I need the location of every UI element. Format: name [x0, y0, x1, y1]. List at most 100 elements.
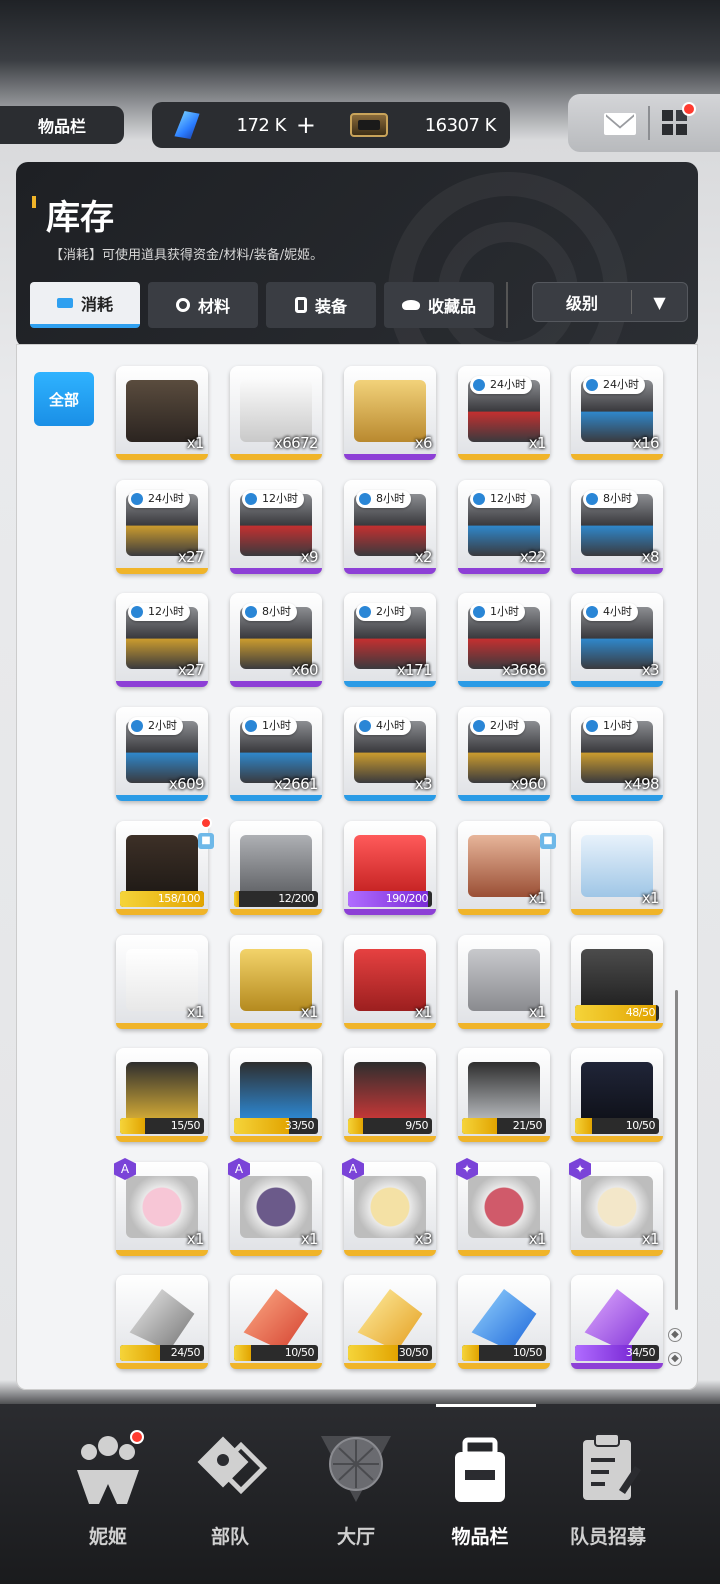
inventory-item[interactable]: 8小时 x8: [571, 480, 663, 574]
inventory-item[interactable]: 12小时 x27: [116, 593, 208, 687]
tab-label: 装备: [314, 297, 347, 316]
progress-text: 24/50: [170, 1346, 201, 1359]
inventory-item[interactable]: 9/50: [344, 1048, 436, 1142]
nav-squad[interactable]: 部队: [170, 1418, 290, 1568]
tab-equipment[interactable]: 装备: [266, 282, 376, 328]
nav-nikke[interactable]: 妮姬: [48, 1418, 168, 1568]
filter-all-button[interactable]: 全部: [34, 372, 94, 426]
rarity-bar: [116, 1136, 208, 1142]
tab-collectibles[interactable]: 收藏品: [384, 282, 494, 328]
scroll-down-icon[interactable]: ◆: [668, 1352, 682, 1366]
inventory-item[interactable]: x1: [116, 366, 208, 460]
tab-materials[interactable]: 材料: [148, 282, 258, 328]
nav-active-indicator: [436, 1404, 536, 1407]
inventory-item[interactable]: 158/100 ■: [116, 817, 214, 915]
inventory-item[interactable]: 21/50: [458, 1048, 550, 1142]
item-art: [581, 835, 653, 897]
inventory-item[interactable]: x1 ✦: [456, 1158, 550, 1256]
item-art: [240, 949, 312, 1011]
inventory-item[interactable]: 15/50: [116, 1048, 208, 1142]
item-count: x16: [632, 434, 660, 452]
rarity-bar: [571, 1363, 663, 1369]
inventory-item[interactable]: 8小时 x60: [230, 593, 322, 687]
inventory-item[interactable]: 24小时 x1: [458, 366, 550, 460]
inventory-item[interactable]: 190/200: [344, 821, 436, 915]
item-count: x3686: [501, 661, 547, 679]
rarity-bar: [571, 681, 663, 687]
rarity-bar: [344, 795, 436, 801]
add-gem-button[interactable]: +: [296, 113, 316, 137]
gem-currency[interactable]: 172 K +: [152, 102, 332, 148]
inventory-item[interactable]: 30/50: [344, 1275, 436, 1369]
progress-text: 158/100: [157, 892, 201, 905]
nav-lobby[interactable]: 大厅: [296, 1418, 416, 1568]
item-art: [240, 835, 312, 897]
item-art: [354, 1176, 426, 1238]
scrollbar[interactable]: [675, 990, 678, 1310]
inventory-item[interactable]: 12/200: [230, 821, 322, 915]
rarity-bar: [116, 795, 208, 801]
inventory-item[interactable]: 24/50: [116, 1275, 208, 1369]
mail-icon[interactable]: [604, 113, 636, 135]
inventory-item[interactable]: x1: [458, 935, 550, 1029]
inventory-item[interactable]: 10/50: [571, 1048, 663, 1142]
item-count: x1: [186, 1230, 205, 1248]
sort-dropdown[interactable]: 级别 ▼: [532, 282, 688, 322]
item-count: x1: [300, 1230, 319, 1248]
progress-bar: 33/50: [234, 1118, 318, 1134]
inventory-item[interactable]: 8小时 x2: [344, 480, 436, 574]
inventory-item[interactable]: x1 ■: [458, 821, 556, 915]
inventory-item[interactable]: x1: [230, 935, 322, 1029]
item-art: [126, 380, 198, 442]
timer-badge: 2小时: [470, 717, 525, 735]
timer-badge: 8小时: [583, 490, 638, 508]
timer-badge: 1小时: [470, 603, 525, 621]
inventory-item[interactable]: 1小时 x498: [571, 707, 663, 801]
inventory-item[interactable]: x6: [344, 366, 436, 460]
inventory-item[interactable]: 24小时 x27: [116, 480, 208, 574]
inventory-item[interactable]: x1: [571, 821, 663, 915]
inventory-item[interactable]: x6672: [230, 366, 322, 460]
inventory-item[interactable]: 10/50: [230, 1275, 322, 1369]
progress-bar: 158/100: [120, 891, 204, 907]
progress-bar: 190/200: [348, 891, 432, 907]
inventory-item[interactable]: 2小时 x609: [116, 707, 208, 801]
inventory-item[interactable]: 2小时 x960: [458, 707, 550, 801]
rarity-bar: [230, 795, 322, 801]
item-count: x1: [186, 434, 205, 452]
inventory-item[interactable]: 4小时 x3: [344, 707, 436, 801]
inventory-item[interactable]: 24小时 x16: [571, 366, 663, 460]
inventory-item[interactable]: x1 ✦: [569, 1158, 663, 1256]
inventory-item[interactable]: 2小时 x171: [344, 593, 436, 687]
inventory-item[interactable]: 10/50: [458, 1275, 550, 1369]
item-art: [468, 1062, 540, 1124]
inventory-item[interactable]: 1小时 x2661: [230, 707, 322, 801]
inventory-item[interactable]: 1小时 x3686: [458, 593, 550, 687]
inventory-item[interactable]: x1 A: [228, 1158, 322, 1256]
item-count: x1: [641, 889, 660, 907]
rarity-bar: [344, 568, 436, 574]
rarity-bar: [230, 1363, 322, 1369]
item-count: x1: [186, 1003, 205, 1021]
inventory-item[interactable]: x3 A: [342, 1158, 436, 1256]
inventory-item[interactable]: 12小时 x9: [230, 480, 322, 574]
nav-inventory[interactable]: 物品栏: [420, 1418, 540, 1568]
inventory-item[interactable]: 33/50: [230, 1048, 322, 1142]
rarity-bar: [116, 1363, 208, 1369]
inventory-item[interactable]: x1: [116, 935, 208, 1029]
inventory-item[interactable]: 48/50: [571, 935, 663, 1029]
inventory-item[interactable]: x1 A: [114, 1158, 208, 1256]
inventory-item[interactable]: x1: [344, 935, 436, 1029]
timer-badge: 1小时: [583, 717, 638, 735]
inventory-item[interactable]: 34/50: [571, 1275, 663, 1369]
progress-bar: 21/50: [462, 1118, 546, 1134]
tab-consumables[interactable]: 消耗: [30, 282, 140, 328]
timer-badge: 12小时: [128, 603, 190, 621]
lobby-icon: [317, 1430, 395, 1508]
scroll-up-icon[interactable]: ◆: [668, 1328, 682, 1342]
nav-recruit[interactable]: 队员招募: [548, 1418, 668, 1568]
credit-icon: [350, 113, 388, 137]
inventory-item[interactable]: 12小时 x22: [458, 480, 550, 574]
rarity-bar: [571, 909, 663, 915]
inventory-item[interactable]: 4小时 x3: [571, 593, 663, 687]
